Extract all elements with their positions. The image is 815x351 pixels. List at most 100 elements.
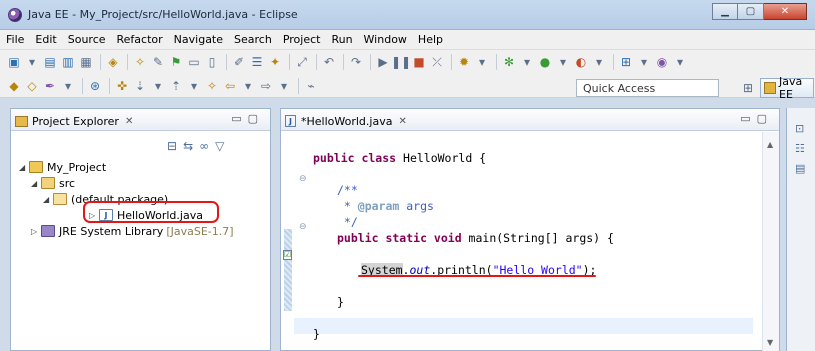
dropdown-icon[interactable]: ▾ — [276, 78, 292, 94]
pin-icon[interactable]: ⤢ — [294, 54, 310, 70]
menu-search[interactable]: Search — [234, 33, 272, 46]
expand-icon[interactable]: ◢ — [43, 195, 53, 204]
dropdown-icon[interactable]: ▾ — [186, 78, 202, 94]
pin-editor-icon[interactable]: ⌁ — [303, 78, 319, 94]
console-icon[interactable]: ▭ — [186, 54, 202, 70]
suspend-icon[interactable]: ❚❚ — [391, 54, 411, 70]
close-icon[interactable]: ✕ — [398, 116, 406, 127]
dropdown-icon[interactable]: ▾ — [672, 54, 688, 70]
open-type-icon[interactable]: ◆ — [6, 78, 22, 94]
task-list-icon[interactable]: ▤ — [795, 162, 807, 175]
tree-item-src[interactable]: ◢ src — [31, 175, 75, 191]
vertical-scrollbar[interactable]: ▲ ▼ — [762, 132, 779, 351]
server-icon[interactable]: ◈ — [105, 54, 121, 70]
run-external-icon[interactable]: ◐ — [573, 54, 589, 70]
scroll-down-icon[interactable]: ▼ — [767, 338, 773, 347]
highlight-annotation — [83, 201, 219, 223]
quick-access-input[interactable]: Quick Access — [576, 79, 719, 97]
undo-icon[interactable]: ↶ — [321, 54, 337, 70]
close-icon[interactable]: ✕ — [125, 116, 133, 127]
minimize-view-icon[interactable]: ▭ — [740, 112, 756, 125]
dropdown-icon[interactable]: ▾ — [60, 78, 76, 94]
maximize-button[interactable]: ▢ — [738, 3, 764, 20]
close-button[interactable]: ✕ — [764, 3, 807, 20]
save-icon[interactable]: ▤ — [42, 54, 58, 70]
minimize-button[interactable]: ▁ — [712, 3, 738, 20]
new-icon[interactable]: ▣ — [6, 54, 22, 70]
outline-icon[interactable]: ☷ — [795, 142, 807, 155]
new-class-icon[interactable]: ◉ — [654, 54, 670, 70]
expand-icon[interactable]: ◢ — [31, 179, 41, 188]
menu-help[interactable]: Help — [418, 33, 443, 46]
dropdown-icon[interactable]: ▾ — [240, 78, 256, 94]
minimize-view-icon[interactable]: ▭ — [231, 112, 247, 125]
dropdown-icon[interactable]: ▾ — [474, 54, 490, 70]
expand-icon[interactable]: ◢ — [19, 163, 29, 172]
fold-icon[interactable]: ⊖ — [299, 222, 307, 232]
perspective-java-ee-button[interactable]: Java EE — [760, 75, 814, 101]
project-explorer-tab[interactable]: Project Explorer ✕ — [15, 112, 133, 130]
disconnect-icon[interactable]: ⤫ — [429, 54, 445, 70]
dropdown-icon[interactable]: ▾ — [636, 54, 652, 70]
toggle-mark-icon[interactable]: ✐ — [231, 54, 247, 70]
menu-file[interactable]: File — [6, 33, 24, 46]
quickfix-icon[interactable]: ☑ — [283, 250, 292, 260]
menu-project[interactable]: Project — [283, 33, 321, 46]
debug-icon[interactable]: ✹ — [456, 54, 472, 70]
current-line-highlight — [294, 318, 753, 334]
menu-run[interactable]: Run — [331, 33, 352, 46]
code-line: } — [337, 295, 344, 309]
next-annotation-icon[interactable]: ⇣ — [132, 78, 148, 94]
wand-icon[interactable]: ✧ — [132, 54, 148, 70]
dropdown-icon[interactable]: ▾ — [591, 54, 607, 70]
collapse-arrow-icon[interactable]: ▷ — [31, 227, 41, 236]
new-server-icon[interactable]: ⊞ — [618, 54, 634, 70]
dropdown-icon[interactable]: ▾ — [150, 78, 166, 94]
highlight-icon[interactable]: ✦ — [267, 54, 283, 70]
forward-icon[interactable]: ⇨ — [258, 78, 274, 94]
pen-icon[interactable]: ✒ — [42, 78, 58, 94]
tree-item-project[interactable]: ◢ My_Project — [19, 159, 106, 175]
menu-source[interactable]: Source — [68, 33, 106, 46]
format-icon[interactable]: ☰ — [249, 54, 265, 70]
restore-icon[interactable]: ⊡ — [795, 122, 807, 135]
menu-edit[interactable]: Edit — [35, 33, 56, 46]
maximize-view-icon[interactable]: ▢ — [757, 112, 773, 125]
toolbar-separator — [109, 77, 110, 94]
redo-icon[interactable]: ↷ — [348, 54, 364, 70]
prev-annotation-icon[interactable]: ⇡ — [168, 78, 184, 94]
last-edit-icon[interactable]: ✧ — [204, 78, 220, 94]
scroll-up-icon[interactable]: ▲ — [767, 140, 773, 149]
build-icon[interactable]: ⚑ — [168, 54, 184, 70]
collapse-all-icon[interactable]: ⊟ — [167, 139, 177, 153]
editor-tab-helloworld[interactable]: J *HelloWorld.java ✕ — [285, 112, 413, 130]
dropdown-icon[interactable]: ▾ — [24, 54, 40, 70]
link-editor-icon[interactable]: ⇆ — [183, 139, 193, 153]
tree-item-jre-library[interactable]: ▷ JRE System Library [JavaSE-1.7] — [31, 223, 234, 239]
view-menu-icon[interactable]: ▽ — [215, 139, 224, 153]
menu-refactor[interactable]: Refactor — [117, 33, 163, 46]
menu-navigate[interactable]: Navigate — [174, 33, 223, 46]
package-icon — [53, 193, 67, 205]
search-icon[interactable]: ⊛ — [87, 78, 103, 94]
debug-run-icon[interactable]: ✻ — [501, 54, 517, 70]
save-all-icon[interactable]: ▥ — [60, 54, 76, 70]
menu-window[interactable]: Window — [364, 33, 407, 46]
dropdown-icon[interactable]: ▾ — [555, 54, 571, 70]
back-icon[interactable]: ⇦ — [222, 78, 238, 94]
run-icon[interactable]: ● — [537, 54, 553, 70]
dropdown-icon[interactable]: ▾ — [519, 54, 535, 70]
terminal-icon[interactable]: ▯ — [204, 54, 220, 70]
open-perspective-icon[interactable]: ⊞ — [739, 79, 757, 97]
maximize-view-icon[interactable]: ▢ — [248, 112, 264, 125]
fold-icon[interactable]: ⊖ — [299, 174, 307, 184]
edit-icon[interactable]: ✎ — [150, 54, 166, 70]
print-icon[interactable]: ▦ — [78, 54, 94, 70]
annotation-icon[interactable]: ✜ — [114, 78, 130, 94]
focus-icon[interactable]: ∞ — [199, 139, 209, 153]
terminate-icon[interactable]: ■ — [411, 54, 427, 70]
toolbar-separator — [127, 54, 128, 70]
resume-icon[interactable]: ▶ — [375, 54, 391, 70]
open-task-icon[interactable]: ◇ — [24, 78, 40, 94]
code-line: public class HelloWorld { — [313, 151, 487, 165]
